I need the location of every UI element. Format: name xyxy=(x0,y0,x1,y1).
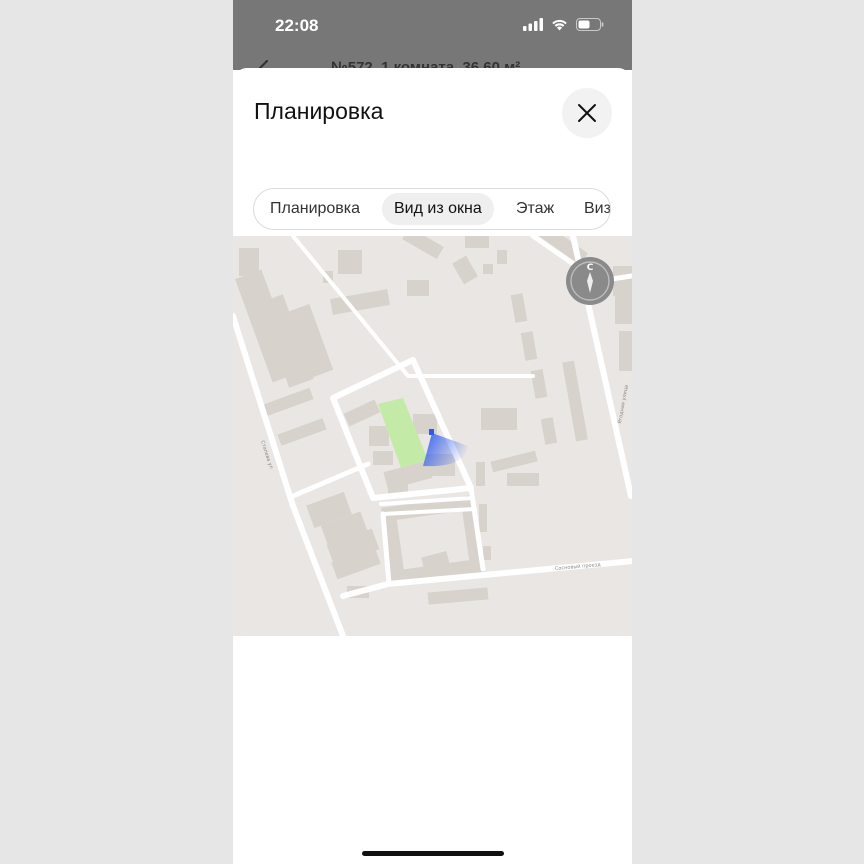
compass-letter: С xyxy=(587,263,594,273)
building xyxy=(479,504,487,532)
tab-visual[interactable]: Виз xyxy=(572,193,610,225)
building xyxy=(373,451,393,465)
window-view-map[interactable]: Сталева ул Сосновый проезд Ягодная улица… xyxy=(233,221,632,639)
close-icon xyxy=(578,104,596,122)
building xyxy=(481,408,517,430)
tab-floor[interactable]: Этаж xyxy=(504,193,566,225)
building xyxy=(483,264,493,274)
compass-icon[interactable]: С xyxy=(566,257,614,305)
battery-icon xyxy=(576,18,604,31)
building xyxy=(465,236,489,248)
cellular-signal-icon xyxy=(523,18,543,31)
sheet-title: Планировка xyxy=(254,98,384,124)
building xyxy=(407,280,429,296)
tab-bar: Планировка Вид из окна Этаж Виз xyxy=(253,188,611,230)
building xyxy=(369,426,389,446)
status-time: 22:08 xyxy=(275,16,319,35)
building xyxy=(338,250,362,274)
close-button[interactable] xyxy=(562,88,612,138)
building xyxy=(476,462,485,486)
wifi-icon xyxy=(552,19,567,31)
phone-screen: 22:08 №572, 1 комната, 36,60 м xyxy=(233,0,632,864)
building xyxy=(619,331,632,371)
status-icons xyxy=(523,18,604,31)
home-indicator[interactable] xyxy=(362,851,504,856)
building xyxy=(497,250,507,264)
tab-layout[interactable]: Планировка xyxy=(258,193,372,225)
building xyxy=(615,296,632,324)
apartment-marker xyxy=(429,429,434,435)
building xyxy=(507,473,539,486)
map-canvas[interactable]: Сталева ул Сосновый проезд Ягодная улица… xyxy=(233,221,632,639)
tab-window-view[interactable]: Вид из окна xyxy=(382,193,494,225)
building xyxy=(613,266,632,296)
building xyxy=(483,546,491,560)
